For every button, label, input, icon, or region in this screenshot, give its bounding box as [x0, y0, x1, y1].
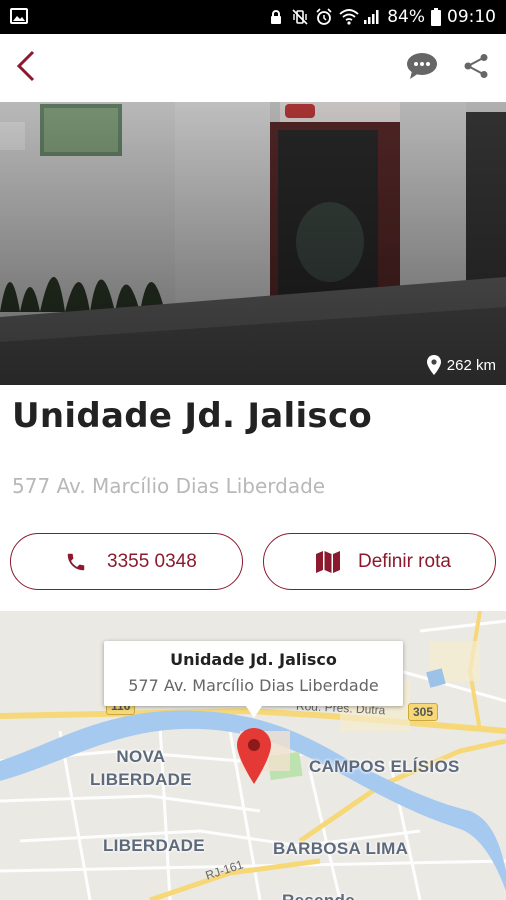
- chat-bubble-icon: [406, 52, 438, 84]
- map-marker-icon[interactable]: [237, 728, 271, 784]
- infowindow-address: 577 Av. Marcílio Dias Liberdade: [128, 676, 379, 695]
- battery-icon: [431, 8, 441, 26]
- road-shield-305: 305: [408, 703, 439, 721]
- app-bar: [0, 34, 506, 102]
- call-button[interactable]: 3355 0348: [10, 533, 243, 590]
- unit-address: 577 Av. Marcílio Dias Liberdade: [12, 474, 326, 498]
- infowindow-title: Unidade Jd. Jalisco: [170, 650, 337, 669]
- chevron-left-icon: [15, 50, 37, 86]
- map-label-nova-liberdade: NOVA LIBERDADE: [90, 747, 192, 789]
- status-bar: 84% 09:10: [0, 0, 506, 34]
- unit-title: Unidade Jd. Jalisco: [12, 396, 373, 436]
- clock: 09:10: [447, 7, 496, 27]
- vibrate-mute-icon: [291, 8, 309, 26]
- map-label-liberdade: LIBERDADE: [103, 836, 205, 855]
- unit-photo: 262 km: [0, 102, 506, 385]
- lock-icon: [267, 8, 285, 26]
- distance-label: 262 km: [446, 356, 496, 374]
- phone-number-label: 3355 0348: [107, 550, 197, 572]
- map-label-barbosa-lima: BARBOSA LIMA: [273, 839, 409, 858]
- route-button[interactable]: Definir rota: [263, 533, 496, 590]
- phone-icon: [65, 551, 87, 573]
- image-icon: [10, 8, 28, 24]
- signal-icon: [363, 8, 381, 26]
- map-infowindow[interactable]: Unidade Jd. Jalisco 577 Av. Marcílio Dia…: [104, 641, 403, 718]
- map-icon: [316, 550, 340, 573]
- chat-button[interactable]: [402, 48, 442, 88]
- map-label-bottom-partial: Resende: [282, 889, 355, 900]
- route-label: Definir rota: [358, 550, 451, 572]
- distance-indicator: 262 km: [426, 355, 496, 375]
- wifi-icon: [339, 8, 359, 26]
- back-button[interactable]: [6, 48, 46, 88]
- alarm-icon: [315, 8, 333, 26]
- battery-percentage: 84%: [387, 7, 425, 27]
- map-pin-icon: [426, 355, 441, 375]
- share-button[interactable]: [456, 48, 496, 88]
- share-icon: [463, 53, 489, 83]
- map-label-campos-elisios: CAMPOS ELÍSIOS: [309, 757, 460, 776]
